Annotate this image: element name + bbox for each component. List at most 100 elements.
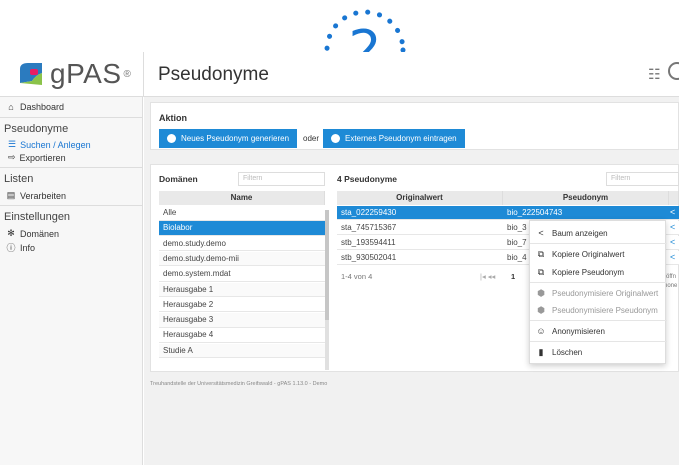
pseudonym-cell: bio_4 bbox=[507, 253, 527, 262]
divider bbox=[530, 282, 667, 283]
divider bbox=[530, 243, 667, 244]
trash-icon: ▮ bbox=[538, 346, 544, 357]
sidebar-item-label: Suchen / Anlegen bbox=[20, 139, 91, 150]
sidebar-item-label: Info bbox=[20, 242, 36, 253]
pseudonym-cell: bio_222504743 bbox=[507, 208, 563, 217]
logo-registered: ® bbox=[123, 68, 131, 80]
sidebar-section-einstellungen: Einstellungen bbox=[4, 211, 71, 223]
footer-text: Treuhandstelle der Universitätsmedizin G… bbox=[150, 381, 328, 387]
list-item[interactable]: Biolabor bbox=[159, 221, 325, 236]
table-row[interactable]: sta_022259430 bio_222504743 < bbox=[337, 206, 679, 220]
domaenen-column-header[interactable]: Name bbox=[159, 191, 325, 205]
menu-item-pseudonymisiere-original[interactable]: ⬢ Pseudonymisiere Originalwert bbox=[536, 288, 658, 298]
external-pseudonym-button[interactable]: Externes Pseudonym eintragen bbox=[323, 129, 465, 148]
home-icon: ⌂ bbox=[8, 102, 14, 112]
list-item[interactable]: Herausgabe 2 bbox=[159, 297, 325, 313]
user-icon[interactable] bbox=[668, 62, 679, 80]
sidebar-item-label: Domänen bbox=[20, 228, 60, 239]
sidebar: ⌂ Dashboard Pseudonyme ☰ Suchen / Anlege… bbox=[0, 97, 143, 465]
app-logo[interactable]: gPAS ® bbox=[16, 58, 131, 90]
search-list-icon: ☰ bbox=[8, 139, 17, 149]
pseudonymize-icon: ⬢ bbox=[537, 304, 545, 315]
menu-item-kopiere-original[interactable]: ⧉ Kopiere Originalwert bbox=[536, 248, 625, 259]
page-title: Pseudonyme bbox=[158, 64, 269, 85]
sidebar-item-verarbeiten[interactable]: ▤ Verarbeiten bbox=[6, 190, 66, 201]
sidebar-item-suchen[interactable]: ☰ Suchen / Anlegen bbox=[8, 139, 91, 150]
menu-item-label: Anonymisieren bbox=[552, 326, 605, 336]
sidebar-item-info[interactable]: ⓘ Info bbox=[6, 241, 35, 254]
menu-item-loeschen[interactable]: ▮ Löschen bbox=[536, 346, 583, 357]
context-menu: < Baum anzeigen ⧉ Kopiere Originalwert ⧉… bbox=[529, 220, 667, 364]
list-item[interactable]: Alle bbox=[159, 206, 325, 221]
mask-icon: ☺ bbox=[536, 326, 546, 336]
copy-icon: ⧉ bbox=[537, 266, 545, 277]
domaenen-scroll-thumb[interactable] bbox=[325, 210, 329, 320]
menu-item-kopiere-pseudonym[interactable]: ⧉ Kopiere Pseudonym bbox=[536, 267, 624, 277]
list-item[interactable]: Herausgabe 4 bbox=[159, 328, 325, 343]
settings-sliders-icon[interactable]: ☷ bbox=[648, 66, 661, 83]
menu-item-pseudonymisiere-pseudonym[interactable]: ⬢ Pseudonymisiere Pseudonym bbox=[536, 305, 658, 315]
shield-icon bbox=[331, 134, 340, 143]
button-label: Neues Pseudonym generieren bbox=[181, 134, 290, 143]
menu-item-label: Löschen bbox=[552, 347, 583, 357]
button-label: Externes Pseudonym eintragen bbox=[345, 134, 457, 143]
pager-first-prev[interactable]: |◂ ◂◂ bbox=[480, 272, 495, 281]
original-column-header[interactable]: Originalwert bbox=[337, 191, 503, 205]
sidebar-item-label: Exportieren bbox=[19, 152, 66, 163]
export-icon: ⇨ bbox=[8, 152, 16, 162]
side-text-2: ione bbox=[666, 283, 678, 289]
menu-item-label: Baum anzeigen bbox=[552, 228, 608, 238]
menu-item-anonymisieren[interactable]: ☺ Anonymisieren bbox=[536, 326, 605, 336]
logo-icon bbox=[20, 63, 42, 85]
pager-summary: 1-4 von 4 bbox=[341, 272, 373, 281]
pseudonyme-filter-input[interactable]: Filtern bbox=[606, 172, 679, 186]
app-header: gPAS ® Pseudonyme ☷ bbox=[0, 52, 679, 97]
list-item[interactable]: demo.system.mdat bbox=[159, 267, 325, 282]
pseudonyme-title: 4 Pseudonyme bbox=[337, 174, 397, 184]
sidebar-item-domaenen[interactable]: ✻ Domänen bbox=[6, 228, 59, 239]
action-column-header bbox=[669, 191, 679, 205]
list-item[interactable]: Herausgabe 3 bbox=[159, 313, 325, 328]
divider bbox=[0, 167, 143, 168]
original-cell: stb_930502041 bbox=[341, 253, 397, 262]
sidebar-section-pseudonyme: Pseudonyme bbox=[4, 123, 69, 135]
share-icon[interactable]: < bbox=[670, 252, 675, 262]
pseudonym-column-header[interactable]: Pseudonym bbox=[503, 191, 669, 205]
logo-text: gPAS bbox=[50, 58, 122, 89]
list-item[interactable]: Herausgabe 1 bbox=[159, 282, 325, 297]
pseudonym-cell: bio_3 bbox=[507, 223, 527, 232]
oder-text: oder bbox=[303, 134, 320, 143]
menu-item-label: Kopiere Originalwert bbox=[552, 249, 625, 259]
original-cell: sta_745715367 bbox=[341, 223, 397, 232]
aktion-card: Aktion Neues Pseudonym generieren oder E… bbox=[150, 102, 679, 150]
original-cell: sta_022259430 bbox=[341, 208, 397, 217]
sidebar-item-exportieren[interactable]: ⇨ Exportieren bbox=[8, 152, 66, 163]
menu-item-baum[interactable]: < Baum anzeigen bbox=[536, 228, 608, 238]
copy-icon: ⧉ bbox=[537, 248, 545, 259]
list-item[interactable]: Studie A bbox=[159, 343, 325, 359]
new-pseudonym-button[interactable]: Neues Pseudonym generieren bbox=[159, 129, 298, 148]
aktion-title: Aktion bbox=[159, 113, 187, 123]
share-icon[interactable]: < bbox=[670, 237, 675, 247]
divider bbox=[0, 117, 143, 118]
list-item[interactable]: demo.study.demo-mii bbox=[159, 251, 325, 267]
pseudonymize-icon: ⬢ bbox=[537, 287, 545, 298]
menu-item-label: Pseudonymisiere Originalwert bbox=[552, 288, 659, 298]
pager-page[interactable]: 1 bbox=[511, 272, 515, 281]
divider bbox=[530, 320, 667, 321]
share-icon[interactable]: < bbox=[670, 207, 675, 217]
divider bbox=[530, 341, 667, 342]
sidebar-item-label: Dashboard bbox=[20, 102, 65, 112]
divider bbox=[0, 205, 143, 206]
share-icon[interactable]: < bbox=[670, 222, 675, 232]
header-divider bbox=[143, 52, 144, 97]
sidebar-item-dashboard[interactable]: ⌂ Dashboard bbox=[6, 102, 64, 112]
info-icon: ⓘ bbox=[6, 243, 16, 253]
sidebar-item-label: Verarbeiten bbox=[20, 190, 67, 201]
side-text-1: öffn bbox=[666, 274, 676, 280]
domaenen-title: Domänen bbox=[159, 174, 198, 184]
share-tree-icon: < bbox=[538, 228, 544, 238]
domaenen-filter-input[interactable]: Filtern bbox=[238, 172, 325, 186]
file-icon: ▤ bbox=[6, 190, 16, 200]
list-item[interactable]: demo.study.demo bbox=[159, 236, 325, 252]
